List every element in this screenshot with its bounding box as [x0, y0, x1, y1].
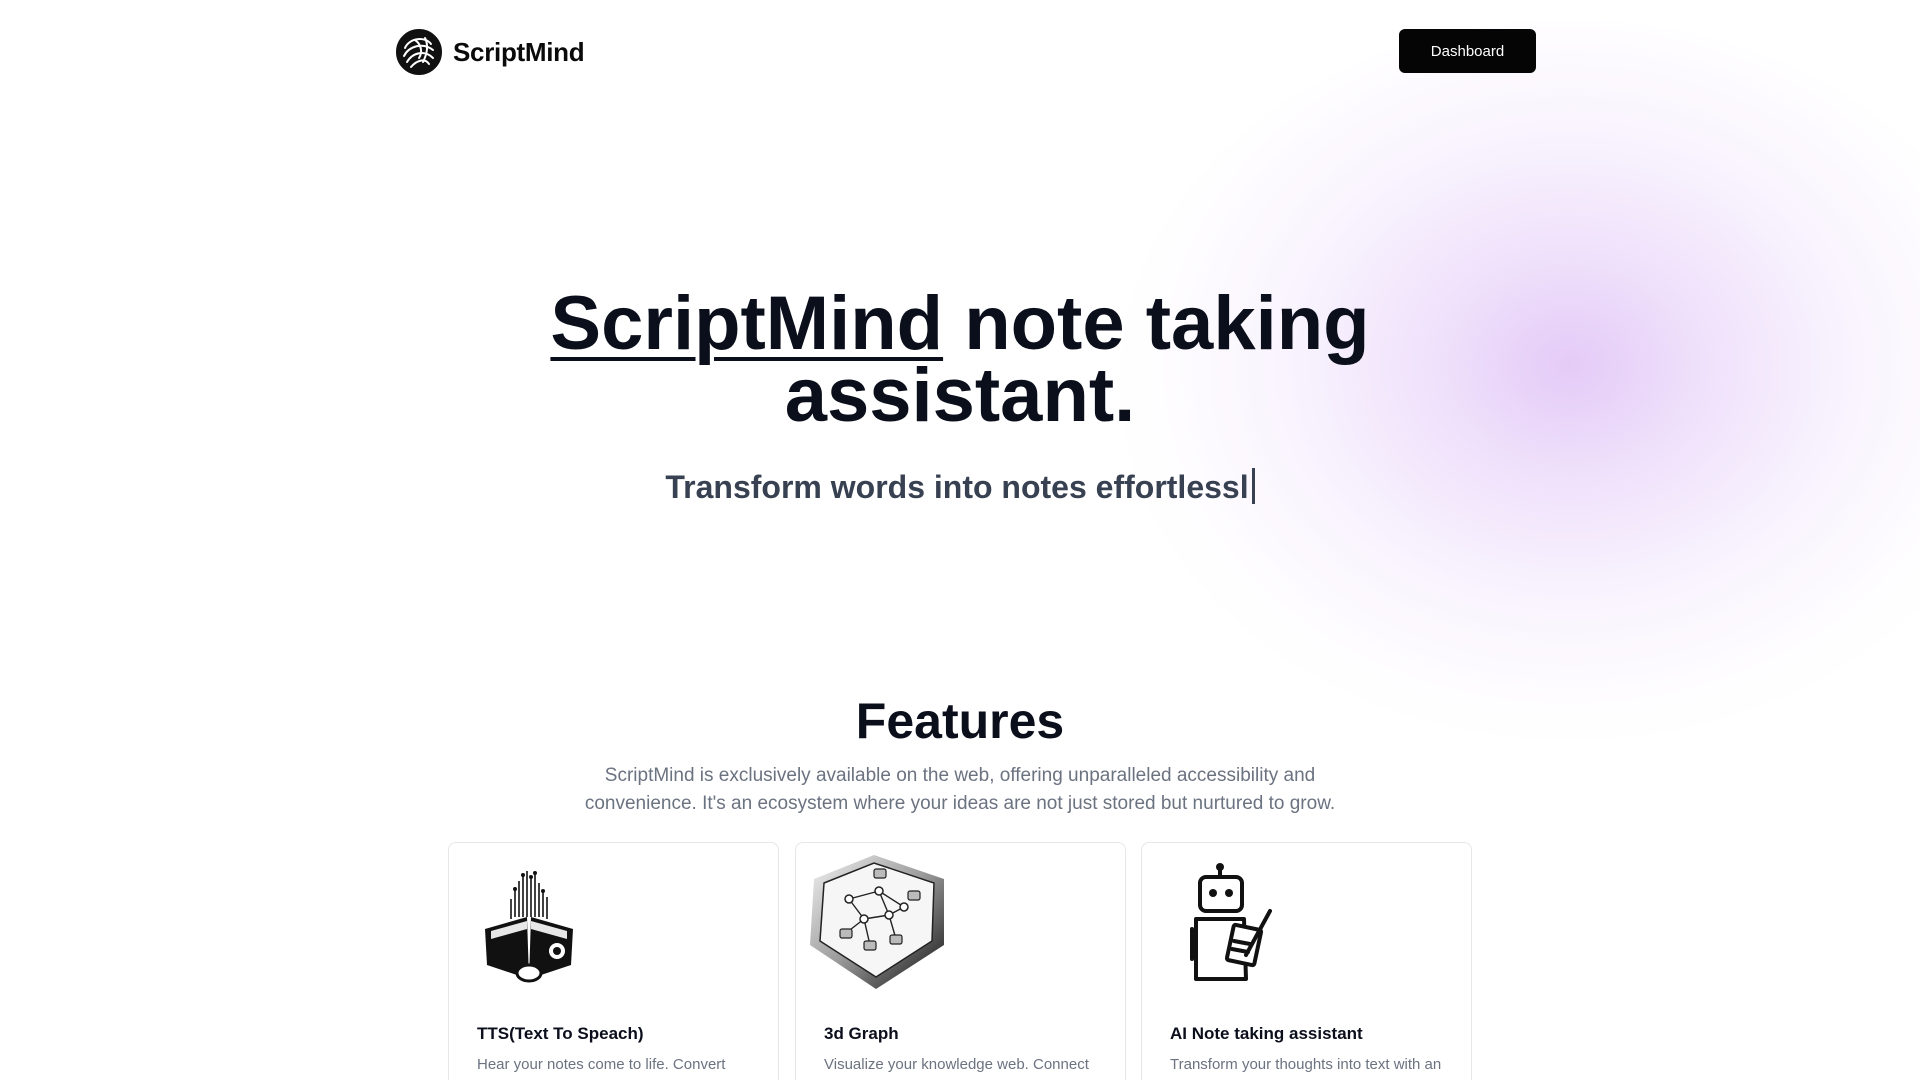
book-audio-icon	[485, 871, 573, 983]
brand[interactable]: ScriptMind	[395, 28, 585, 76]
feature-card-tts[interactable]: TTS(Text To Speach) Hear your notes come…	[448, 842, 779, 1080]
brain-swirl-logo-icon	[396, 29, 442, 75]
feature-card-description: Visualize your knowledge web. Connect id…	[824, 1056, 1089, 1080]
dashboard-button[interactable]: Dashboard	[1399, 29, 1536, 73]
hero-title-line2: assistant.	[784, 353, 1136, 438]
feature-card-ai-assistant[interactable]: AI Note taking assistant Transform your …	[1141, 842, 1472, 1080]
top-nav: ScriptMind Dashboard	[395, 28, 1536, 76]
feature-card-description: Transform your thoughts into text with a…	[1170, 1056, 1442, 1080]
features-title: Features	[855, 693, 1065, 749]
typewriter-text: Transform words into notes effortlessl	[665, 469, 1249, 505]
feature-card-description: Hear your notes come to life. Convert te…	[477, 1056, 726, 1080]
hero-title: ScriptMind note taking assistant.	[460, 286, 1460, 434]
feature-card-3d-graph[interactable]: 3d Graph Visualize your knowledge web. C…	[795, 842, 1126, 1080]
hero-subtitle: Transform words into notes effortlessl	[460, 468, 1460, 506]
landing-page: ScriptMind Dashboard ScriptMind note tak…	[0, 0, 1920, 1080]
brand-name: ScriptMind	[453, 36, 585, 67]
graph-cube-icon	[810, 855, 944, 989]
features-description: ScriptMind is exclusively available on t…	[584, 765, 1336, 814]
feature-card-title: TTS(Text To Speach)	[477, 1024, 644, 1043]
feature-card-title: 3d Graph	[824, 1024, 899, 1043]
robot-writer-icon	[1190, 863, 1272, 981]
typing-cursor	[1251, 468, 1255, 504]
feature-card-title: AI Note taking assistant	[1170, 1024, 1363, 1043]
